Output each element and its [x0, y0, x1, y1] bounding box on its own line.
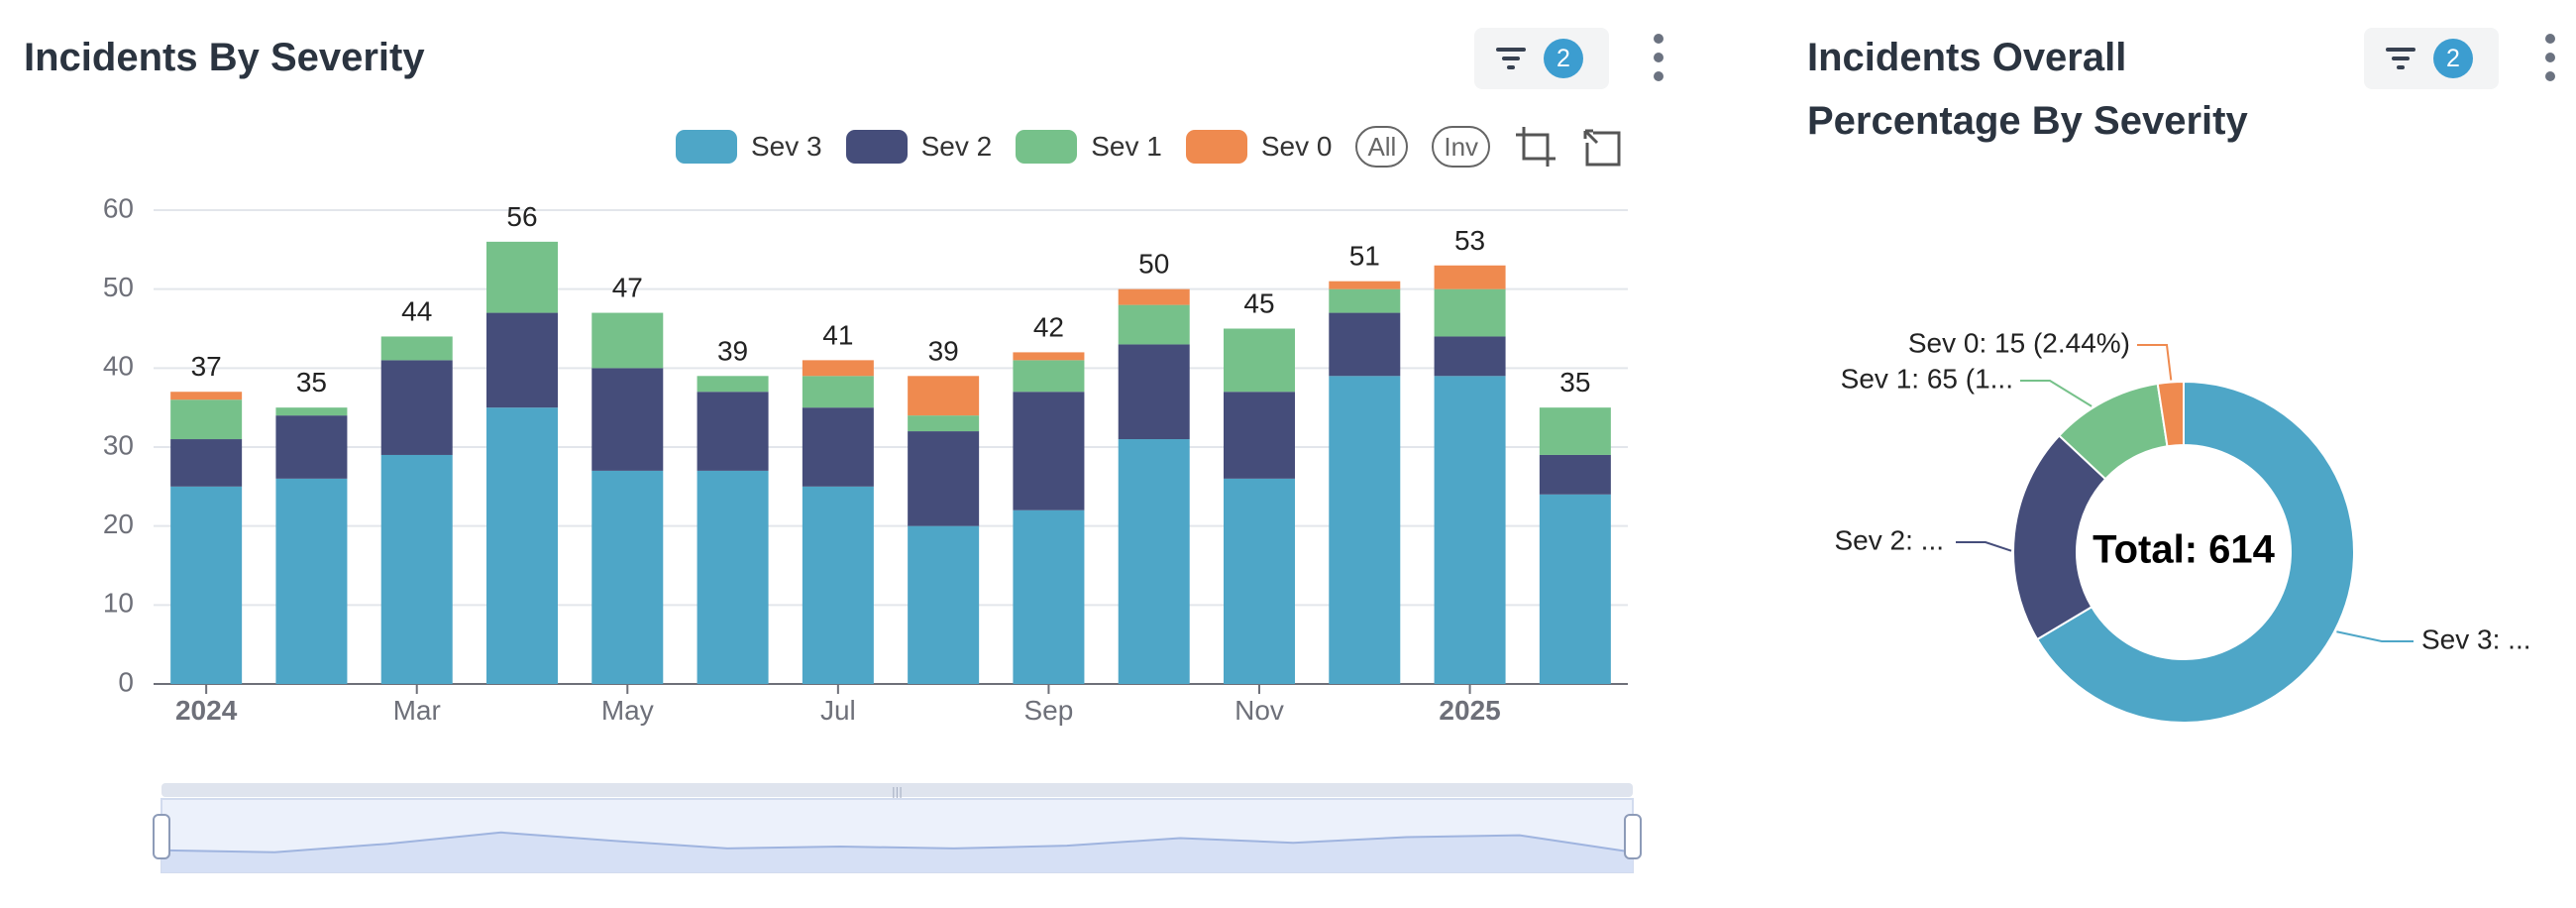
bar-total-label: 44 [401, 295, 432, 326]
y-tick-label: 20 [103, 509, 134, 539]
bar-segment-sev-3[interactable] [802, 486, 874, 684]
bar-segment-sev-3[interactable] [275, 478, 348, 684]
y-tick-label: 10 [103, 588, 134, 619]
y-tick-label: 0 [118, 666, 134, 697]
bar-segment-sev-0[interactable] [802, 360, 874, 377]
bar-segment-sev-3[interactable] [1539, 494, 1611, 684]
x-tick-label: Sep [1024, 695, 1074, 726]
bar-segment-sev-3[interactable] [1013, 510, 1085, 684]
bar-segment-sev-2[interactable] [380, 360, 453, 455]
zoom-start-handle[interactable] [153, 814, 170, 859]
donut-chart: Sev 3: ... Sev 2: ... Sev 1: 65 (1... Sev 0… [1835, 327, 2531, 724]
bar-segment-sev-1[interactable] [275, 407, 348, 416]
x-tick-label: Mar [393, 695, 441, 726]
bar-segment-sev-2[interactable] [1539, 454, 1611, 495]
x-tick-label: Nov [1234, 695, 1284, 726]
bar-segment-sev-2[interactable] [275, 415, 348, 479]
zoom-end-handle[interactable] [1624, 814, 1642, 859]
bar-total-label: 35 [1559, 367, 1590, 397]
bar-segment-sev-3[interactable] [908, 525, 980, 684]
bar-segment-sev-1[interactable] [1329, 288, 1401, 313]
incidents-percentage-panel: Incidents Overall Percentage By Severity… [1783, 0, 2576, 908]
bar-segment-sev-2[interactable] [591, 368, 664, 471]
donut-label-line [2137, 344, 2173, 381]
x-tick-label: 2025 [1439, 695, 1500, 726]
zoom-grip-icon[interactable]: ||| [892, 784, 903, 800]
bar-segment-sev-3[interactable] [486, 407, 558, 684]
x-tick-label: May [601, 695, 654, 726]
y-tick-label: 50 [103, 272, 134, 302]
bar-segment-sev-3[interactable] [1118, 439, 1190, 684]
bar-segment-sev-1[interactable] [1539, 407, 1611, 455]
bar-segment-sev-3[interactable] [380, 454, 453, 684]
x-tick-label: 2024 [175, 695, 238, 726]
bar-total-label: 45 [1243, 288, 1274, 319]
bar-total-label: 39 [717, 335, 748, 366]
y-tick-label: 30 [103, 429, 134, 460]
donut-label-line [2336, 630, 2414, 642]
bar-segment-sev-2[interactable] [170, 439, 243, 487]
bar-segment-sev-2[interactable] [1434, 336, 1506, 377]
donut-slice-label: Sev 3: ... [2421, 624, 2531, 654]
x-tick-label: Jul [820, 695, 856, 726]
bar-segment-sev-1[interactable] [170, 399, 243, 440]
bar-segment-sev-1[interactable] [1224, 328, 1295, 393]
bar-segment-sev-1[interactable] [697, 376, 769, 393]
bar-segment-sev-0[interactable] [1434, 265, 1506, 289]
donut-label-line [2020, 380, 2093, 407]
bar-segment-sev-0[interactable] [170, 392, 243, 400]
bar-segment-sev-3[interactable] [1224, 478, 1295, 684]
donut-center-total: Total: 614 [2093, 528, 2276, 572]
bar-segment-sev-3[interactable] [170, 486, 243, 684]
bar-segment-sev-3[interactable] [591, 470, 664, 684]
bar-segment-sev-2[interactable] [908, 431, 980, 526]
y-tick-label: 40 [103, 351, 134, 382]
bar-total-label: 35 [296, 367, 327, 397]
bar-segment-sev-2[interactable] [1118, 344, 1190, 440]
bar-total-label: 47 [612, 273, 643, 303]
bar-segment-sev-1[interactable] [591, 312, 664, 369]
bar-segment-sev-2[interactable] [486, 312, 558, 408]
bar-segment-sev-2[interactable] [697, 392, 769, 471]
bar-total-label: 37 [191, 351, 222, 382]
bar-segment-sev-2[interactable] [1329, 312, 1401, 377]
bar-segment-sev-3[interactable] [1434, 376, 1506, 684]
bar-segment-sev-1[interactable] [380, 336, 453, 361]
bar-segment-sev-3[interactable] [1329, 376, 1401, 684]
bar-segment-sev-1[interactable] [802, 376, 874, 408]
bar-segment-sev-2[interactable] [802, 407, 874, 487]
bar-total-label: 56 [506, 201, 537, 232]
bar-total-label: 50 [1138, 249, 1169, 280]
donut-slice-label: Sev 2: ... [1835, 524, 1945, 555]
bar-total-label: 51 [1349, 241, 1380, 272]
bar-segment-sev-0[interactable] [908, 376, 980, 416]
bar-total-label: 41 [822, 319, 853, 350]
donut-slice-label: Sev 0: 15 (2.44%) [1908, 327, 2130, 358]
donut-slice-label: Sev 1: 65 (1... [1841, 363, 2013, 394]
bar-total-label: 42 [1033, 311, 1064, 342]
bar-segment-sev-3[interactable] [697, 470, 769, 684]
bar-total-label: 39 [928, 335, 959, 366]
bar-total-label: 53 [1454, 225, 1485, 256]
bar-segment-sev-2[interactable] [1013, 392, 1085, 511]
bar-chart: 0 10 20 30 40 50 60 37 35 44 56 47 39 41 39 42 50 45 51 53… [103, 192, 1642, 873]
bar-segment-sev-1[interactable] [1118, 304, 1190, 345]
bar-segment-sev-1[interactable] [1434, 288, 1506, 337]
bar-segment-sev-0[interactable] [1013, 352, 1085, 361]
incidents-by-severity-panel: Incidents By Severity 2 Sev 3 Sev 2 Sev … [0, 0, 1744, 908]
bar-segment-sev-0[interactable] [1118, 288, 1190, 305]
bar-segment-sev-0[interactable] [1329, 281, 1401, 289]
bar-segment-sev-2[interactable] [1224, 392, 1295, 479]
bar-segment-sev-1[interactable] [1013, 360, 1085, 393]
bar-segment-sev-1[interactable] [908, 415, 980, 432]
y-tick-label: 60 [103, 192, 134, 223]
donut-label-line [1956, 541, 2012, 552]
bar-segment-sev-1[interactable] [486, 241, 558, 313]
